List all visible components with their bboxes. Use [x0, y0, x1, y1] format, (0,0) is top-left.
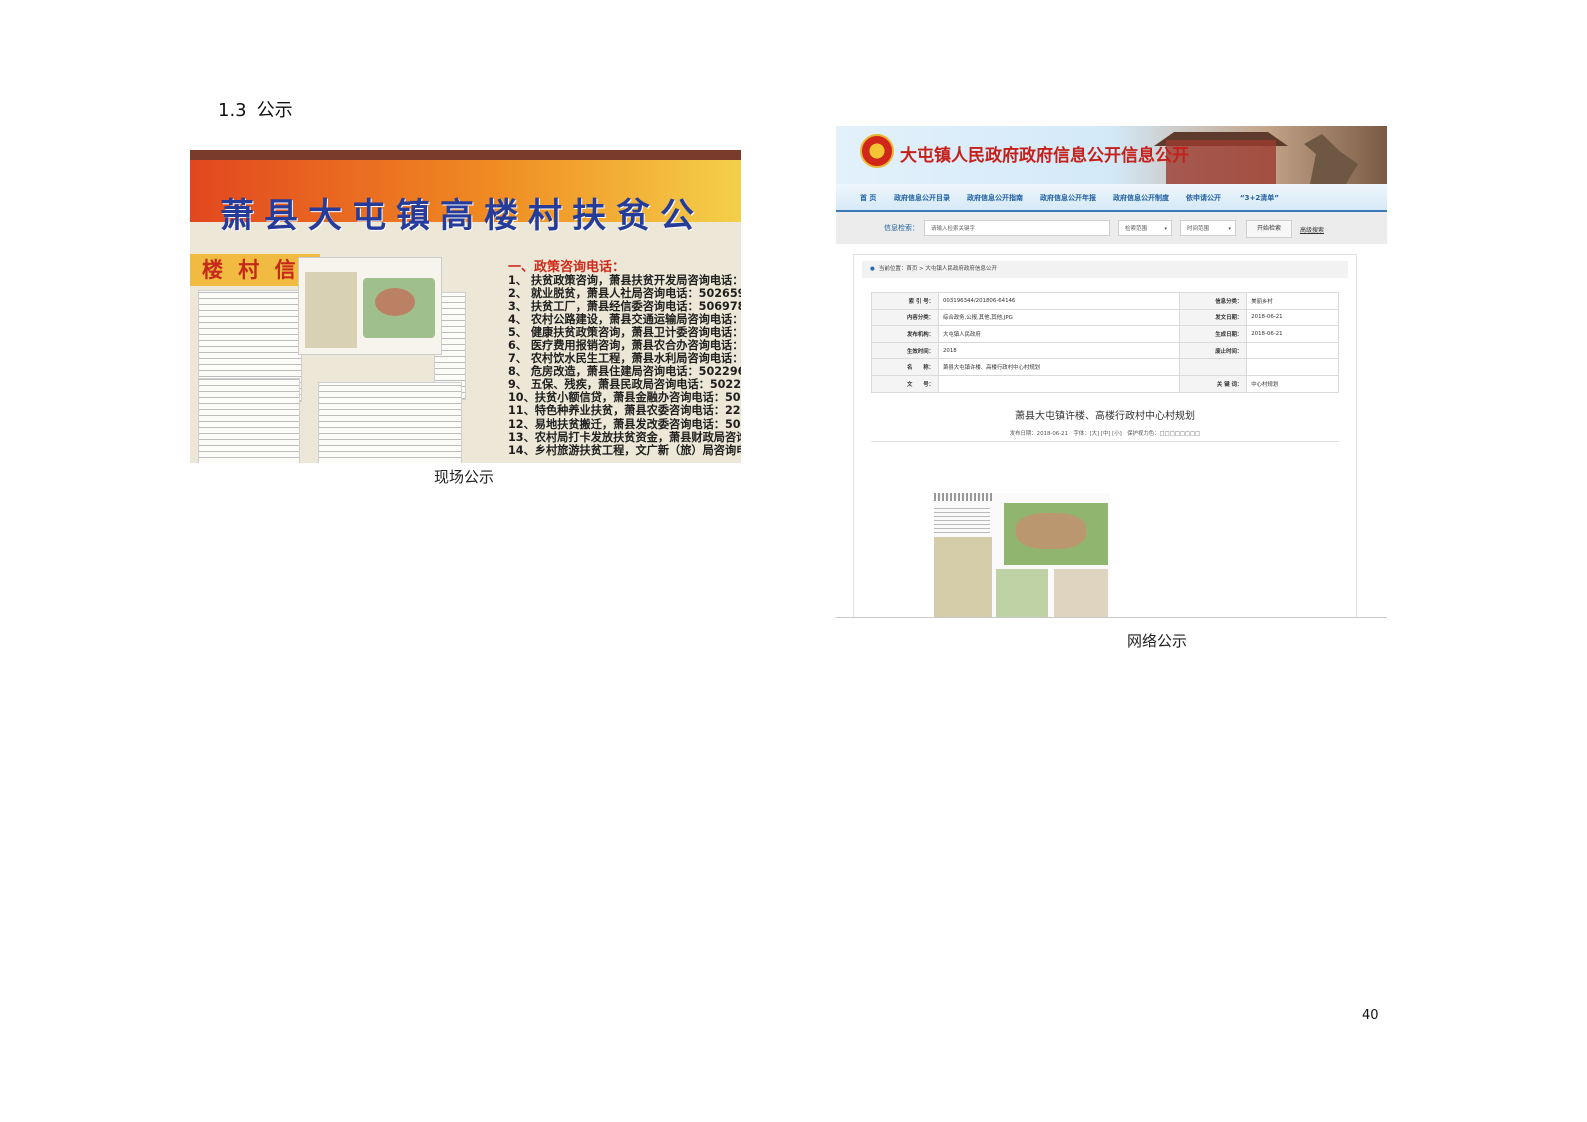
site-title: 大屯镇人民政府政府信息公开信息公开 — [900, 146, 1189, 166]
metadata-value: 2018-06-21 — [1246, 325, 1339, 343]
posted-table-sheet — [198, 378, 300, 463]
search-input[interactable]: 请输入检索关键字 — [924, 220, 1110, 236]
nav-lists[interactable]: “3+2清单” — [1240, 193, 1279, 203]
metadata-row: 生效时间： 2018 废止时间： — [871, 341, 1339, 360]
plan-thumbnail-image[interactable] — [934, 493, 1110, 617]
time-select[interactable]: 时间范围 ▾ — [1180, 220, 1236, 236]
nav-guide[interactable]: 政府信息公开指南 — [967, 193, 1023, 203]
metadata-value: 萧县大屯镇许楼、高楼行政村中心村规划 — [937, 358, 1181, 376]
location-pin-icon: ● — [870, 266, 875, 272]
metadata-row: 内容分类： 综合政务,公报,其他,其他,JPG 发文日期： 2018-06-21 — [871, 308, 1339, 327]
metadata-key: 废止时间： — [1179, 341, 1248, 360]
policy-line: 4、 农村公路建设，萧县交通运输局咨询电话：50 — [508, 313, 741, 327]
metadata-key: 关 键 词： — [1179, 374, 1248, 393]
policy-line: 8、 危房改造，萧县住建局咨询电话：5022967 — [508, 365, 741, 379]
policy-heading: 一、政策咨询电话： — [508, 260, 626, 275]
metadata-key: 信息分类： — [1179, 292, 1248, 310]
document-info-line: 发布日期：2018-06-21 字体：[大] [中] [小] 保护视力色：□□□… — [1009, 431, 1201, 437]
breadcrumb: ● 当前位置：首页 > 大屯镇人民政府政府信息公开 — [862, 261, 1348, 278]
search-button[interactable]: 开始检索 — [1246, 220, 1292, 238]
scope-select-value: 检索范围 — [1125, 226, 1148, 232]
policy-line: 13、农村局打卡发放扶贫资金，萧县财政局咨询 — [508, 430, 741, 444]
policy-line: 1、 扶贫政策咨询，萧县扶贫开发局咨询电话：220 — [508, 274, 741, 287]
metadata-value: 美丽乡村 — [1246, 292, 1339, 310]
metadata-key: 发文日期： — [1179, 308, 1248, 327]
metadata-value: 003196344/201806-64146 — [937, 292, 1181, 310]
section-title: 公示 — [256, 100, 293, 121]
posted-plan-map — [298, 257, 442, 355]
metadata-key: 索 引 号： — [871, 292, 939, 310]
nav-home[interactable]: 首 页 — [860, 193, 876, 203]
metadata-value — [937, 374, 1181, 393]
policy-line: 11、特色种养业扶贫，萧县农委咨询电话：2201 — [508, 404, 741, 418]
policy-line: 7、 农村饮水民生工程，萧县水利局咨询电话：2 — [508, 352, 741, 366]
metadata-table: 索 引 号： 003196344/201806-64146 信息分类： 美丽乡村 内容分… — [871, 292, 1339, 393]
chevron-down-icon: ▾ — [1164, 226, 1167, 232]
policy-line: 14、乡村旅游扶贫工程，文广新（旅）局咨询电 — [508, 443, 741, 457]
time-select-value: 时间范围 — [1187, 226, 1210, 232]
metadata-row: 发布机构： 大屯镇人民政府 生成日期： 2018-06-21 — [871, 325, 1339, 343]
policy-line: 3、 扶贫工厂，萧县经信委咨询电话：5069787 — [508, 300, 741, 314]
board-frame — [190, 150, 741, 160]
nav-application[interactable]: 依申请公开 — [1186, 193, 1221, 203]
search-label: 信息检索： — [884, 224, 919, 232]
metadata-value: 中心村规划 — [1246, 374, 1339, 393]
policy-line: 9、 五保、残疾，萧县民政局咨询电话：502231 — [508, 378, 741, 392]
nav-annual-report[interactable]: 政府信息公开年报 — [1040, 193, 1096, 203]
content-panel: ● 当前位置：首页 > 大屯镇人民政府政府信息公开 索 引 号： 003196344… — [853, 254, 1357, 617]
policy-line: 5、 健康扶贫政策咨询，萧县卫计委咨询电话：50 — [508, 326, 741, 340]
page-number: 40 — [1362, 1008, 1379, 1023]
metadata-value: 2018-06-21 — [1246, 308, 1339, 327]
board-banner-text: 萧县大屯镇高楼村扶贫公 — [220, 196, 704, 236]
document-title: 萧县大屯镇许楼、高楼行政村中心村规划 — [1015, 411, 1195, 422]
search-bar: 信息检索： 请输入检索关键字 检索范围 ▾ 时间范围 ▾ 开始检索 高级搜索 — [836, 212, 1387, 244]
policy-line: 6、 医疗费用报销咨询，萧县农合办咨询电话：50 — [508, 339, 741, 353]
left-caption: 现场公示 — [434, 468, 495, 486]
metadata-value: 综合政务,公报,其他,其他,JPG — [937, 308, 1181, 327]
metadata-row: 名 称： 萧县大屯镇许楼、高楼行政村中心村规划 — [871, 358, 1339, 376]
website-screenshot: 大屯镇人民政府政府信息公开信息公开 首 页 政府信息公开目录 政府信息公开指南 … — [836, 126, 1387, 618]
metadata-key: 文 号： — [871, 374, 939, 393]
metadata-key: 内容分类： — [871, 308, 939, 327]
advanced-search-link[interactable]: 高级搜索 — [1300, 225, 1324, 234]
metadata-key: 生成日期： — [1179, 325, 1248, 343]
section-heading: 1.3 公示 — [218, 96, 293, 122]
metadata-row: 文 号： 关 键 词： 中心村规划 — [871, 374, 1339, 393]
metadata-key: 发布机构： — [871, 325, 939, 343]
metadata-value — [1246, 358, 1339, 376]
nav-catalog[interactable]: 政府信息公开目录 — [894, 193, 950, 203]
posted-table-sheet — [318, 382, 462, 463]
divider — [871, 441, 1339, 442]
notice-board-photo: 萧县大屯镇高楼村扶贫公 楼 村 信 一、政策咨询电话： 1、 扶贫政策咨询，萧县… — [190, 150, 741, 463]
scope-select[interactable]: 检索范围 ▾ — [1118, 220, 1172, 236]
policy-list: 1、 扶贫政策咨询，萧县扶贫开发局咨询电话：220 2、 就业脱贫，萧县人社局咨询… — [508, 274, 741, 457]
breadcrumb-text: 当前位置：首页 > 大屯镇人民政府政府信息公开 — [878, 266, 997, 272]
chevron-down-icon: ▾ — [1228, 226, 1231, 232]
metadata-value: 大屯镇人民政府 — [937, 325, 1181, 343]
metadata-value — [1246, 341, 1339, 360]
metadata-value: 2018 — [937, 341, 1181, 360]
right-caption: 网络公示 — [1127, 632, 1188, 650]
site-nav: 首 页 政府信息公开目录 政府信息公开指南 政府信息公开年报 政府信息公开制度 … — [836, 184, 1387, 212]
metadata-row: 索 引 号： 003196344/201806-64146 信息分类： 美丽乡村 — [871, 292, 1339, 310]
national-emblem-icon — [860, 134, 894, 168]
policy-line: 12、易地扶贫搬迁，萧县发改委咨询电话：5021 — [508, 417, 741, 431]
metadata-key — [1179, 358, 1248, 376]
policy-line: 10、扶贫小额信贷，萧县金融办咨询电话：5022 — [508, 391, 741, 405]
metadata-key: 生效时间： — [871, 341, 939, 360]
section-number: 1.3 — [218, 100, 247, 121]
nav-system[interactable]: 政府信息公开制度 — [1113, 193, 1169, 203]
policy-line: 2、 就业脱贫，萧县人社局咨询电话：5026592 5 — [508, 287, 741, 301]
metadata-key: 名 称： — [871, 358, 939, 376]
